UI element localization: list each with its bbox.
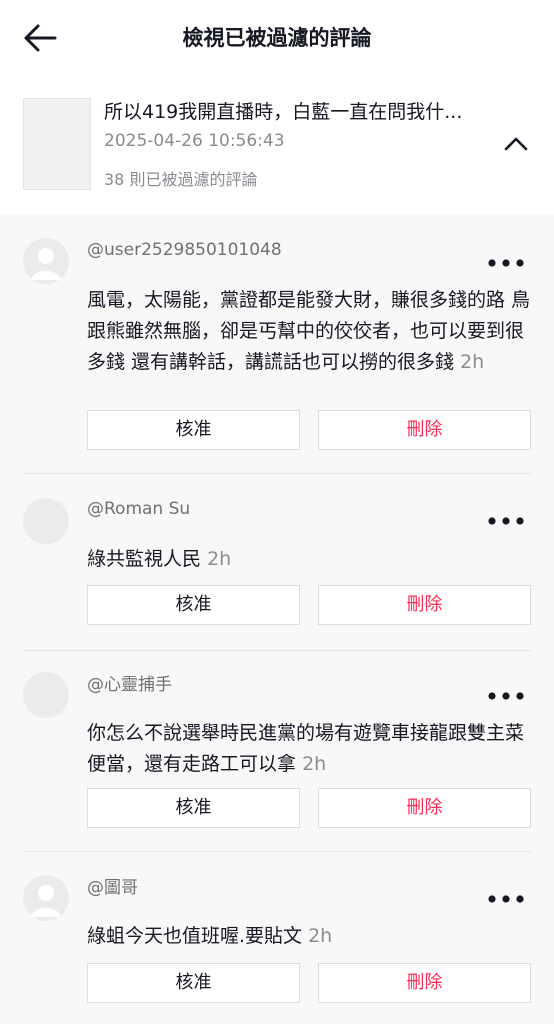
video-thumbnail[interactable] <box>23 98 91 190</box>
comment-body: 綠蛆今天也值班喔.要貼文 <box>87 925 303 947</box>
avatar[interactable] <box>23 672 69 718</box>
comment-username[interactable]: @圖哥 <box>87 876 138 900</box>
approve-button[interactable]: 核准 <box>87 410 300 450</box>
video-title: 所以419我開直播時，白藍一直在問我什... <box>104 101 463 123</box>
filtered-count: 38 則已被過濾的評論 <box>104 170 258 189</box>
approve-button[interactable]: 核准 <box>87 585 300 625</box>
comment-username[interactable]: @心靈捕手 <box>87 673 172 697</box>
comment-username[interactable]: @Roman Su <box>87 497 190 521</box>
more-options-icon[interactable] <box>484 253 528 273</box>
delete-button[interactable]: 刪除 <box>318 410 531 450</box>
more-options-icon[interactable] <box>484 511 528 531</box>
comment-username[interactable]: @user2529850101048 <box>87 238 282 262</box>
comment-time: 2h <box>308 925 333 947</box>
delete-button[interactable]: 刪除 <box>318 963 531 1003</box>
chevron-up-icon[interactable] <box>500 130 532 158</box>
comment-text: 綠蛆今天也值班喔.要貼文 2h <box>87 921 532 952</box>
comment-time: 2h <box>207 548 232 570</box>
comment-time: 2h <box>302 753 327 775</box>
comment-text: 綠共監視人民 2h <box>87 544 532 575</box>
page-title: 檢視已被過濾的評論 <box>182 26 372 50</box>
comment-item: @心靈捕手 你怎么不說選舉時民進黨的場有遊覽車接龍跟雙主菜便當，還有走路工可以拿… <box>0 651 554 852</box>
more-options-icon[interactable] <box>484 889 528 909</box>
comment-time: 2h <box>460 351 485 373</box>
approve-button[interactable]: 核准 <box>87 788 300 828</box>
comment-text: 風電，太陽能，黨證都是能發大財，賺很多錢的路 鳥跟熊雖然無腦，卻是丐幫中的佼佼者… <box>87 285 532 378</box>
comment-item: @Roman Su 綠共監視人民 2h 核准 刪除 <box>0 474 554 651</box>
avatar[interactable] <box>23 875 69 921</box>
approve-button[interactable]: 核准 <box>87 963 300 1003</box>
video-summary: 所以419我開直播時，白藍一直在問我什... 2025-04-26 10:56:… <box>0 78 554 215</box>
comment-item: @圖哥 綠蛆今天也值班喔.要貼文 2h 核准 刪除 <box>0 852 554 1024</box>
delete-button[interactable]: 刪除 <box>318 585 531 625</box>
delete-button[interactable]: 刪除 <box>318 788 531 828</box>
comment-item: @user2529850101048 風電，太陽能，黨證都是能發大財，賺很多錢的… <box>0 215 554 474</box>
video-date: 2025-04-26 10:56:43 <box>104 131 285 151</box>
top-bar: 檢視已被過濾的評論 <box>0 0 554 78</box>
comment-body: 綠共監視人民 <box>87 548 202 570</box>
avatar[interactable] <box>23 498 69 544</box>
avatar[interactable] <box>23 238 69 284</box>
more-options-icon[interactable] <box>484 686 528 706</box>
comment-text: 你怎么不說選舉時民進黨的場有遊覽車接龍跟雙主菜便當，還有走路工可以拿 2h <box>87 718 532 780</box>
